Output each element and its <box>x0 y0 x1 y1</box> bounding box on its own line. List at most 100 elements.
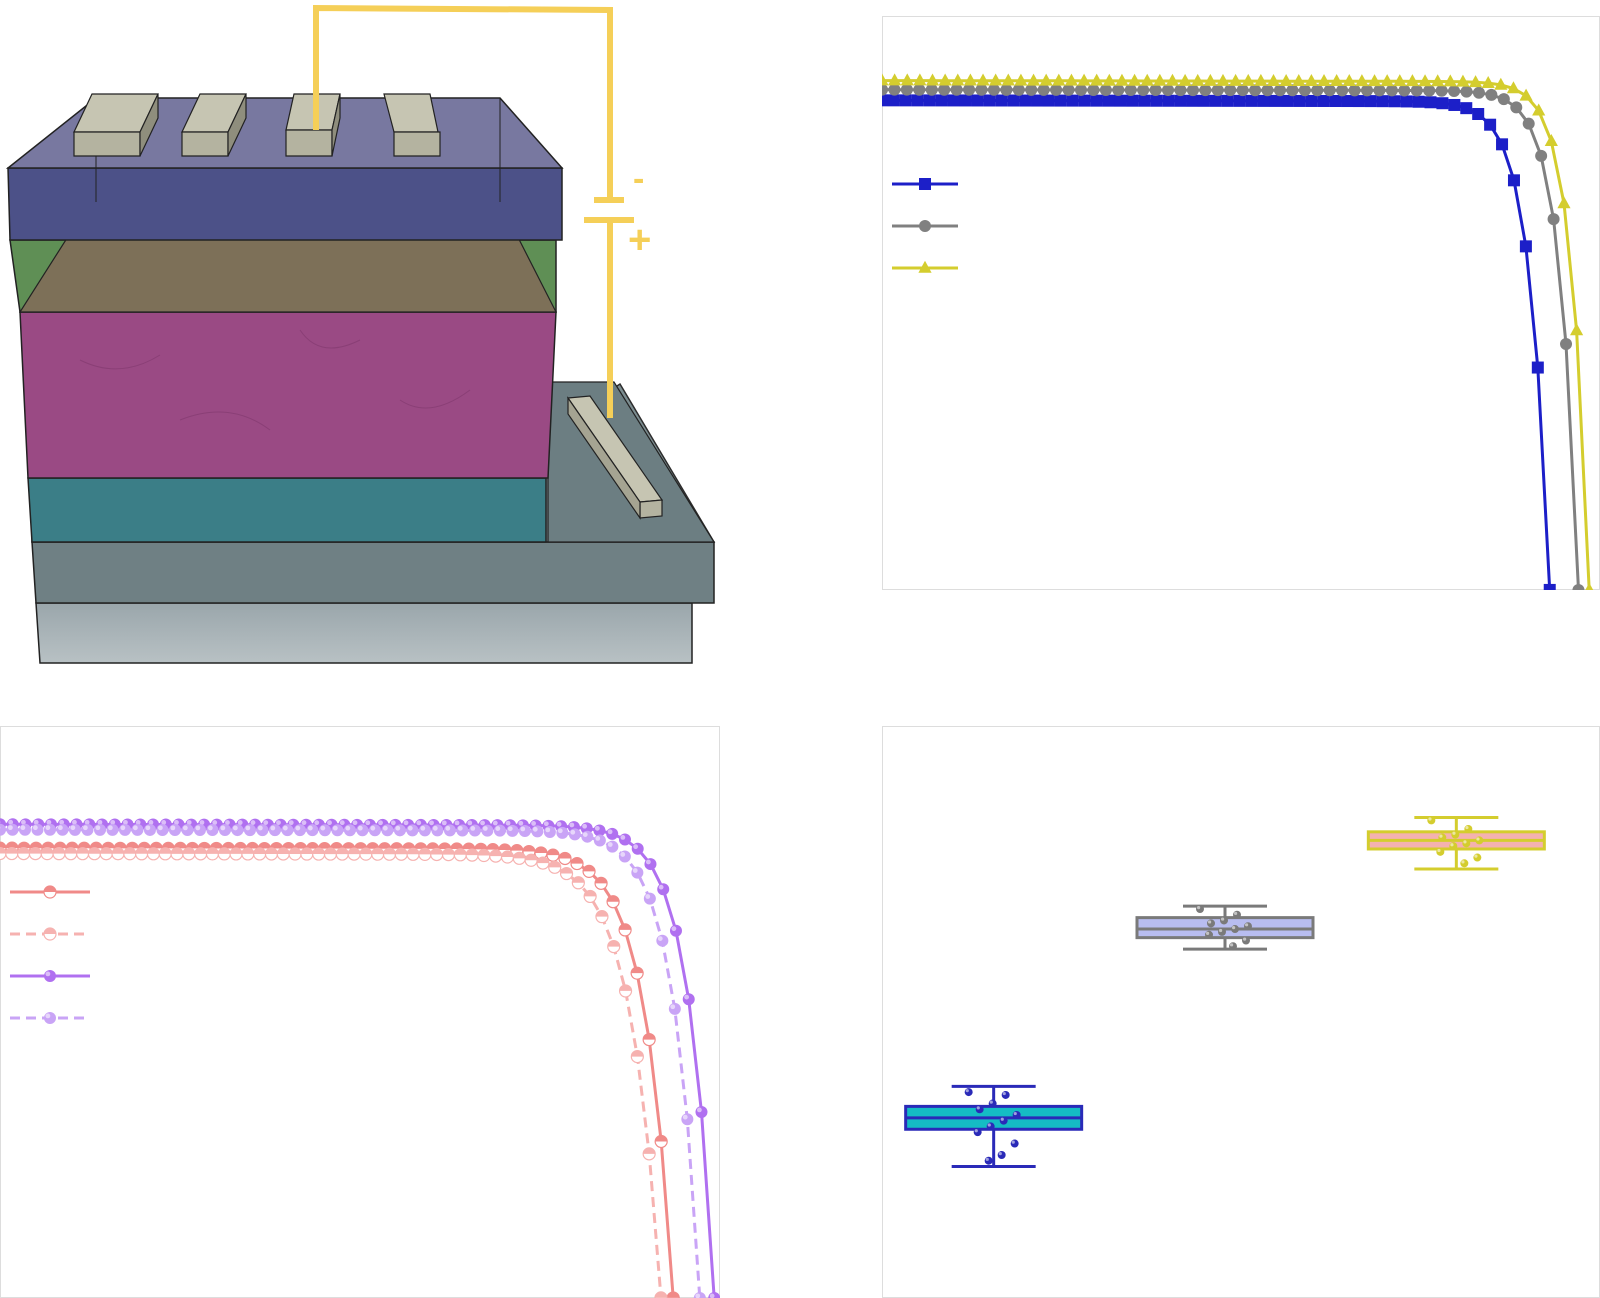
data-point-s2-51 <box>595 910 609 924</box>
data-point-s4-50 <box>618 850 631 863</box>
data-point-s1-33 <box>1269 94 1282 107</box>
absorber-layer <box>19 311 557 479</box>
data-point-s3-55 <box>695 1106 708 1119</box>
data-point-s4-9 <box>106 823 119 836</box>
data-point-s2-35 <box>406 847 420 861</box>
data-point-s1-48 <box>570 856 584 871</box>
data-point-s1-19 <box>1102 94 1115 107</box>
box-2-point-9 <box>1229 942 1237 951</box>
data-point-s1-36 <box>1305 94 1318 107</box>
data-point-s2-16 <box>1074 83 1087 96</box>
data-point-s1-6 <box>947 94 960 107</box>
data-point-s2-46 <box>536 856 550 870</box>
data-point-s1-47 <box>1436 97 1449 110</box>
glass-substrate-layer <box>35 602 693 664</box>
data-point-s2-2 <box>17 846 31 861</box>
data-point-s4-41 <box>506 824 519 837</box>
data-point-s1-24 <box>1162 94 1175 107</box>
data-point-s3-51 <box>644 858 657 871</box>
legend-marker-4 <box>44 1012 56 1024</box>
data-point-s1-27 <box>1197 94 1210 107</box>
data-point-s4-40 <box>493 824 506 837</box>
data-point-s2-29 <box>335 847 349 861</box>
data-point-s2-42 <box>1398 84 1411 97</box>
data-point-s2-33 <box>382 847 397 861</box>
box-1-point-0 <box>964 1088 973 1097</box>
data-point-s3-52 <box>657 883 670 896</box>
box-2-point-5 <box>1231 925 1239 934</box>
data-point-s1-34 <box>1281 94 1294 107</box>
data-point-s4-46 <box>568 828 581 841</box>
data-point-s2-13 <box>1037 83 1050 96</box>
data-point-s3-50 <box>631 842 644 855</box>
data-point-s4-47 <box>581 830 594 843</box>
data-point-s1-54 <box>1519 240 1532 253</box>
data-point-s2-45 <box>524 853 538 867</box>
box-1-point-2 <box>988 1099 997 1108</box>
data-point-s2-17 <box>1087 83 1100 96</box>
data-point-s1-28 <box>1209 94 1222 107</box>
data-point-s1-43 <box>1388 95 1401 108</box>
data-point-s2-10 <box>1000 83 1013 96</box>
data-point-s2-23 <box>1162 84 1175 97</box>
data-point-s4-8 <box>93 823 106 836</box>
data-point-s4-31 <box>381 824 394 837</box>
data-point-s4-14 <box>168 823 181 836</box>
data-point-s1-56 <box>666 1291 680 1298</box>
data-point-s2-7 <box>963 83 976 96</box>
data-point-s2-39 <box>453 848 467 862</box>
data-point-s3-49 <box>618 833 631 846</box>
electron-transport-layer <box>27 477 547 543</box>
data-point-s4-55 <box>681 1113 694 1126</box>
data-point-s4-15 <box>181 823 194 836</box>
data-point-s2-1 <box>888 83 901 96</box>
data-point-s1-1 <box>887 94 900 107</box>
data-point-s4-48 <box>593 834 606 847</box>
data-point-s1-49 <box>1460 102 1473 115</box>
data-point-s2-24 <box>1174 84 1187 97</box>
data-point-s1-7 <box>959 94 972 107</box>
data-point-s2-4 <box>40 847 54 861</box>
data-point-s1-46 <box>1424 96 1437 109</box>
box-1-point-9 <box>997 1151 1006 1159</box>
data-point-s4-34 <box>418 824 431 837</box>
box-1-point-1 <box>1001 1090 1010 1099</box>
data-point-s1-50 <box>594 876 608 890</box>
data-point-s1-30 <box>1233 94 1246 107</box>
data-point-s2-16 <box>182 847 196 861</box>
data-point-s4-2 <box>18 823 31 836</box>
data-point-s2-27 <box>1211 84 1224 97</box>
data-point-s1-5 <box>935 94 948 107</box>
data-point-s1-56 <box>1543 583 1556 590</box>
box-3-point-2 <box>1451 830 1460 839</box>
data-point-s1-21 <box>1126 94 1139 107</box>
data-point-s2-25 <box>1186 84 1199 97</box>
data-point-s4-6 <box>68 823 81 836</box>
data-point-s1-55 <box>654 1134 668 1149</box>
data-point-s1-48 <box>1448 98 1461 111</box>
data-point-s1-51 <box>1484 118 1497 131</box>
data-point-s2-48 <box>559 866 574 881</box>
data-point-s4-3 <box>31 823 44 836</box>
data-point-s1-2 <box>899 94 912 107</box>
data-point-s4-23 <box>281 824 294 837</box>
box-3-point-1 <box>1464 824 1473 833</box>
data-point-s2-1 <box>5 846 19 861</box>
data-point-s4-13 <box>156 823 169 836</box>
legend-marker-1 <box>43 885 57 899</box>
data-point-s2-19 <box>1112 83 1125 96</box>
box-2-point-8 <box>1242 936 1250 945</box>
data-point-s4-52 <box>643 892 656 905</box>
data-point-s4-43 <box>531 825 544 838</box>
box-plot-chart <box>882 726 1600 1298</box>
data-point-s2-37 <box>430 847 444 862</box>
box-2-point-7 <box>1205 930 1213 939</box>
data-point-s1-16 <box>1066 94 1079 107</box>
data-point-s4-7 <box>81 823 94 836</box>
box-3-point-9 <box>1460 859 1469 868</box>
data-point-s2-3 <box>913 83 926 96</box>
data-point-s1-17 <box>1078 94 1091 107</box>
data-point-s2-13 <box>146 847 161 861</box>
data-point-s1-32 <box>1257 94 1270 107</box>
box-1-point-4 <box>1012 1110 1021 1119</box>
